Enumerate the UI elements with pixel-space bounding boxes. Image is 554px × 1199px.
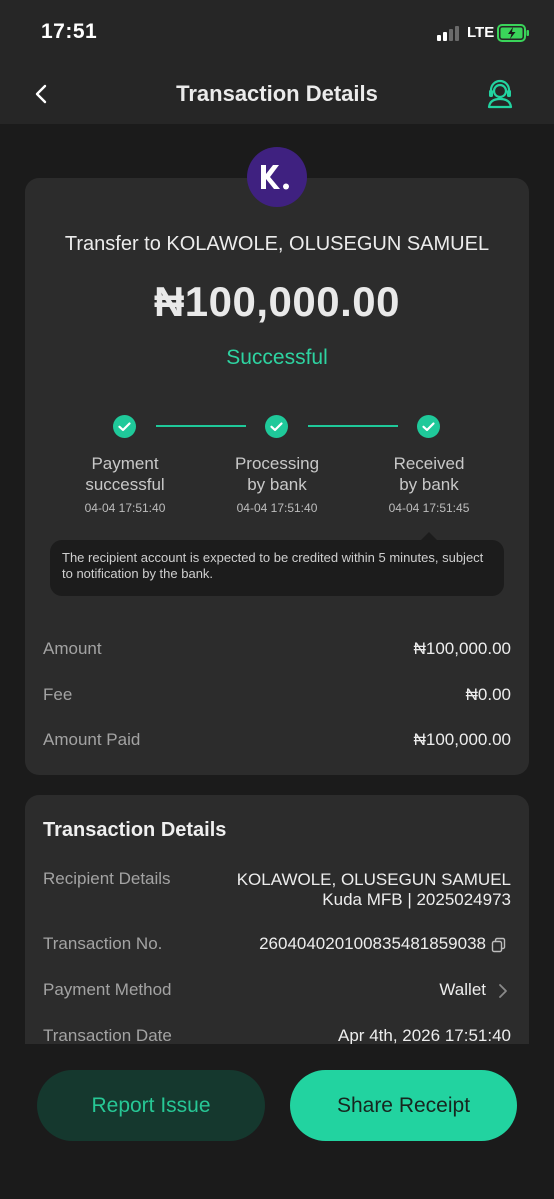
transfer-amount: ₦100,000.00 — [153, 278, 401, 325]
step-label-line1: Received — [393, 454, 465, 473]
page-title: Transaction Details — [176, 81, 378, 106]
copy-button[interactable] — [490, 936, 508, 954]
transaction-status: Successful — [226, 346, 328, 369]
step-label-line2: by bank — [247, 475, 307, 494]
step-time-3: 04-04 17:51:45 — [388, 501, 470, 515]
payment-method-row[interactable]: Wallet — [420, 978, 511, 1002]
credit-notice-tooltip: The recipient account is expected to be … — [50, 540, 504, 596]
recipient-details-label: Recipient Details — [43, 869, 171, 888]
step-label-line1: Processing — [234, 454, 320, 473]
step-label-line1: Payment — [91, 454, 159, 473]
amount-paid-label: Amount Paid — [43, 730, 141, 749]
section-title: Transaction Details — [43, 819, 227, 841]
step-label-line2: by bank — [399, 475, 459, 494]
transaction-date-value: Apr 4th, 2026 17:51:40 — [338, 1026, 511, 1045]
amount-paid-value: ₦100,000.00 — [413, 730, 511, 749]
step-label-received: Received by bank — [364, 453, 494, 495]
transaction-number-value: 260404020100835481859038 — [259, 934, 486, 953]
step-label-processing: Processing by bank — [212, 453, 342, 495]
step-check-icon-1 — [113, 415, 136, 438]
chevron-right-icon — [499, 984, 507, 998]
status-time: 17:51 — [41, 20, 98, 43]
amount-value: ₦100,000.00 — [413, 639, 511, 658]
payment-method-label: Payment Method — [43, 980, 172, 999]
report-issue-button[interactable]: Report Issue — [37, 1070, 265, 1141]
step-time-1: 04-04 17:51:40 — [84, 501, 166, 515]
fee-label: Fee — [43, 685, 73, 704]
tooltip-arrow — [421, 532, 437, 540]
copy-icon — [491, 937, 506, 953]
battery-charging-icon — [497, 24, 530, 42]
progress-line-1 — [156, 425, 246, 427]
transaction-number-label: Transaction No. — [43, 934, 163, 953]
recipient-name: KOLAWOLE, OLUSEGUN SAMUEL — [236, 870, 511, 889]
payment-method-value: Wallet — [439, 980, 486, 999]
step-label-line2: successful — [85, 475, 165, 494]
progress-line-2 — [308, 425, 398, 427]
nav-bar: Transaction Details — [0, 66, 554, 124]
share-receipt-button[interactable]: Share Receipt — [290, 1070, 517, 1141]
transaction-date-label: Transaction Date — [43, 1026, 172, 1045]
step-check-icon-3 — [417, 415, 440, 438]
kuda-logo — [247, 147, 307, 207]
step-time-2: 04-04 17:51:40 — [236, 501, 318, 515]
customer-support-button[interactable] — [484, 78, 516, 110]
signal-icon — [437, 25, 463, 41]
step-check-icon-2 — [265, 415, 288, 438]
recipient-bank-account: Kuda MFB | 2025024973 — [322, 890, 511, 909]
customer-support-headset-icon — [487, 79, 513, 109]
fee-value: ₦0.00 — [465, 685, 511, 704]
step-label-payment-successful: Payment successful — [60, 453, 190, 495]
status-bar: 17:51 LTE — [0, 0, 554, 66]
recipient-title: Transfer to KOLAWOLE, OLUSEGUN SAMUEL — [64, 233, 490, 255]
amount-label: Amount — [43, 639, 102, 658]
network-type: LTE — [467, 24, 495, 41]
